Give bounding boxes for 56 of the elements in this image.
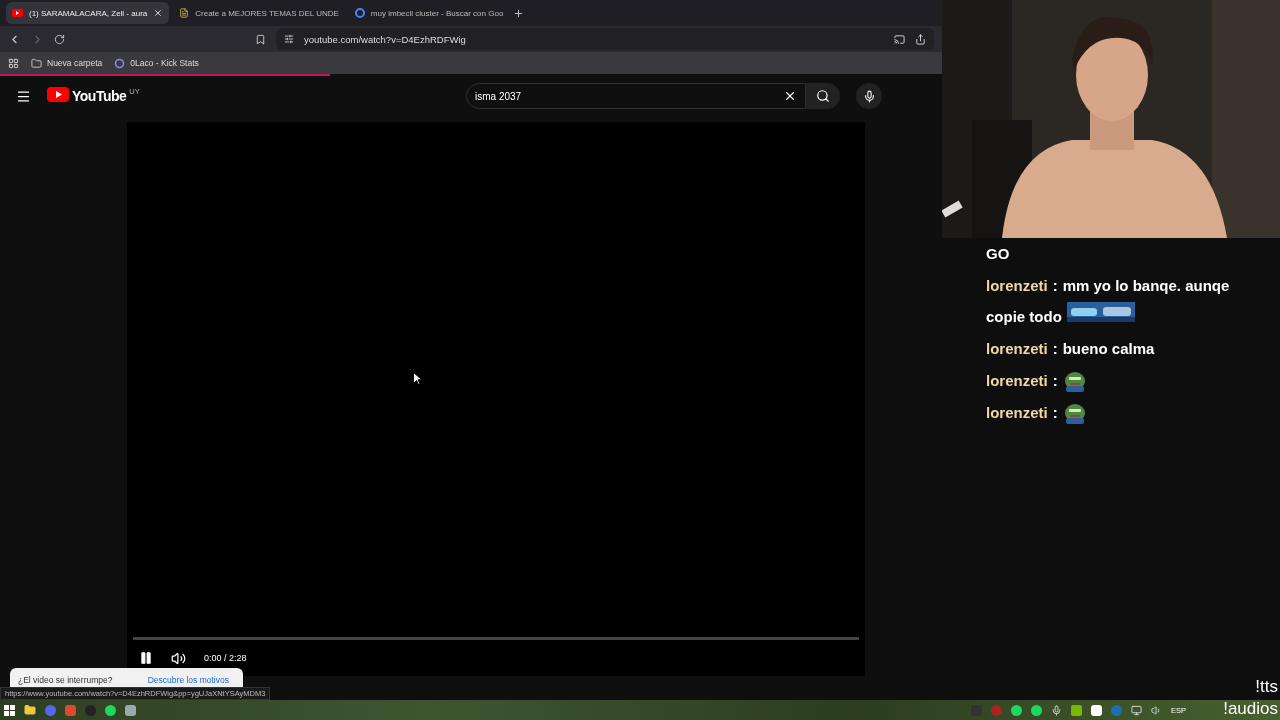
chat-username[interactable]: lorenzeti <box>986 372 1048 390</box>
browser-tab[interactable]: (1) SARAMALACARA, Zell - aura <box>6 2 170 24</box>
network-icon[interactable] <box>1131 704 1142 716</box>
video-player[interactable]: 0:00 / 2:28 <box>127 122 865 676</box>
search-icon <box>816 89 830 103</box>
reload-icon[interactable] <box>54 33 65 45</box>
search-button[interactable] <box>806 83 840 109</box>
play-logo-icon <box>47 87 69 102</box>
chat-message: GO <box>986 245 1010 263</box>
chat-separator: : <box>1052 372 1058 390</box>
pause-icon[interactable] <box>139 651 153 665</box>
emote-icon <box>1066 302 1135 323</box>
search-engine-icon <box>354 8 365 18</box>
start-icon[interactable] <box>4 704 15 716</box>
folder-icon <box>31 57 42 69</box>
chat-separator: : <box>1052 277 1058 295</box>
share-icon[interactable] <box>915 33 926 45</box>
bookmark-item[interactable]: Nueva carpeta <box>31 57 103 69</box>
browser-tab[interactable]: Create a MEJORES TEMAS DEL UNDE <box>173 2 345 24</box>
chat-separator: : <box>1052 340 1058 358</box>
volume-icon[interactable] <box>171 650 186 666</box>
chat-message: copie todo <box>986 308 1062 326</box>
chat-username[interactable]: lorenzeti <box>986 340 1048 358</box>
notice-text: ¿El video se interrumpe? <box>18 675 113 685</box>
site-settings-icon[interactable] <box>284 34 294 44</box>
close-icon[interactable] <box>153 8 164 18</box>
menu-icon[interactable] <box>16 88 31 104</box>
voice-search-button[interactable] <box>856 83 882 109</box>
frog-icon <box>1062 402 1087 425</box>
video-icon <box>12 9 23 17</box>
bookmark-item[interactable]: 0Laco - Kick Stats <box>114 57 199 69</box>
browser-tab[interactable]: muy imbecil cluster - Buscar con Goo <box>348 2 510 24</box>
cast-icon[interactable] <box>894 33 905 45</box>
address-bar[interactable]: youtube.com/watch?v=D4EzhRDFWig <box>276 28 934 50</box>
new-tab-icon[interactable] <box>513 7 525 19</box>
progress-track[interactable] <box>133 637 859 640</box>
chat-username[interactable]: lorenzeti <box>986 404 1048 422</box>
clear-icon[interactable] <box>783 89 797 103</box>
chat-message: bueno calma <box>1062 340 1155 358</box>
cursor-icon <box>413 372 422 385</box>
chat-username[interactable]: lorenzeti <box>986 277 1048 295</box>
notice-link[interactable]: Descubre los motivos <box>147 675 229 685</box>
site-icon <box>114 57 126 69</box>
chat-message: mm yo lo banqe. aunqe <box>1062 277 1230 295</box>
chat-separator: : <box>1052 404 1058 422</box>
command-label: !audios <box>1223 698 1278 720</box>
logo-text[interactable]: YouTube <box>72 87 127 105</box>
mic-icon[interactable] <box>1051 704 1062 716</box>
frog-icon <box>1062 370 1087 393</box>
command-label: !tts <box>1255 676 1278 698</box>
time-display: 0:00 / 2:28 <box>204 653 247 663</box>
bookmark-icon[interactable] <box>255 33 266 45</box>
folder-icon[interactable] <box>24 704 36 716</box>
mic-icon <box>862 89 876 103</box>
apps-icon[interactable] <box>8 57 19 69</box>
document-icon <box>179 8 190 18</box>
